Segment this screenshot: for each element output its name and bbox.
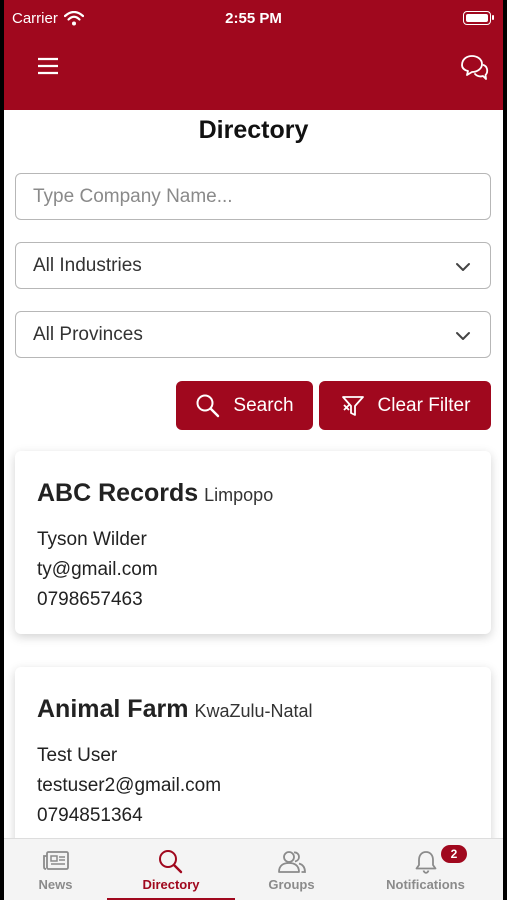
- company-name: Animal Farm: [37, 695, 189, 723]
- province-select[interactable]: All Provinces: [15, 311, 491, 358]
- company-email[interactable]: testuser2@gmail.com: [37, 775, 221, 797]
- company-search-input[interactable]: [33, 174, 490, 219]
- tab-bar: News Directory Groups 2 Notifications: [4, 838, 503, 900]
- directory-content: Directory All Industries All Provinces S…: [4, 110, 503, 838]
- bell-icon: [415, 851, 436, 874]
- clear-filter-button[interactable]: Clear Filter: [319, 381, 491, 430]
- tab-news-label: News: [38, 877, 73, 892]
- search-icon: [196, 394, 220, 417]
- tab-directory[interactable]: Directory: [107, 839, 235, 900]
- search-button-label: Search: [233, 394, 294, 416]
- chevron-down-icon: [456, 263, 470, 271]
- tab-groups-label: Groups: [268, 877, 315, 892]
- battery-icon: [463, 11, 494, 25]
- company-province: KwaZulu-Natal: [194, 701, 313, 721]
- industry-select[interactable]: All Industries: [15, 242, 491, 289]
- menu-button[interactable]: [36, 55, 60, 77]
- search-button[interactable]: Search: [176, 381, 313, 430]
- company-contact: Tyson Wilder: [37, 529, 147, 550]
- tab-notifications[interactable]: 2 Notifications: [348, 839, 503, 900]
- company-card[interactable]: ABC Records Limpopo Tyson Wilder ty@gmail…: [15, 451, 491, 634]
- users-icon: [277, 851, 306, 873]
- company-search-field[interactable]: [15, 173, 491, 220]
- company-phone[interactable]: 0798657463: [37, 589, 143, 611]
- company-card-header: Animal Farm KwaZulu-Natal: [37, 695, 312, 724]
- tab-directory-label: Directory: [142, 877, 200, 892]
- page-title: Directory: [198, 116, 309, 144]
- company-card[interactable]: Animal Farm KwaZulu-Natal Test User testu…: [15, 667, 491, 838]
- tab-notifications-label: Notifications: [386, 877, 465, 892]
- company-card-header: ABC Records Limpopo: [37, 479, 273, 508]
- tab-groups[interactable]: Groups: [235, 839, 348, 900]
- chevron-down-icon: [456, 332, 470, 340]
- status-time: 2:55 PM: [225, 10, 282, 27]
- battery-fill: [466, 14, 488, 22]
- top-bar: Carrier 2:55 PM: [4, 0, 503, 110]
- app-screen: Carrier 2:55 PM Directory Type Company N…: [4, 0, 503, 900]
- company-phone[interactable]: 0794851364: [37, 805, 143, 827]
- newspaper-icon: [42, 851, 69, 870]
- company-contact: Test User: [37, 745, 118, 766]
- hamburger-icon: [38, 57, 58, 75]
- company-email[interactable]: ty@gmail.com: [37, 559, 158, 581]
- chat-icon: [461, 55, 489, 80]
- company-province: Limpopo: [204, 485, 274, 505]
- company-name: ABC Records: [37, 479, 199, 507]
- chat-button[interactable]: [459, 54, 489, 82]
- industry-select-value: All Industries: [33, 254, 142, 276]
- tab-news[interactable]: News: [4, 839, 107, 900]
- search-icon: [159, 850, 183, 874]
- clear-filter-button-label: Clear Filter: [377, 394, 471, 416]
- filter-clear-icon: [341, 395, 364, 416]
- province-select-value: All Provinces: [33, 323, 143, 345]
- notification-badge: 2: [441, 845, 467, 863]
